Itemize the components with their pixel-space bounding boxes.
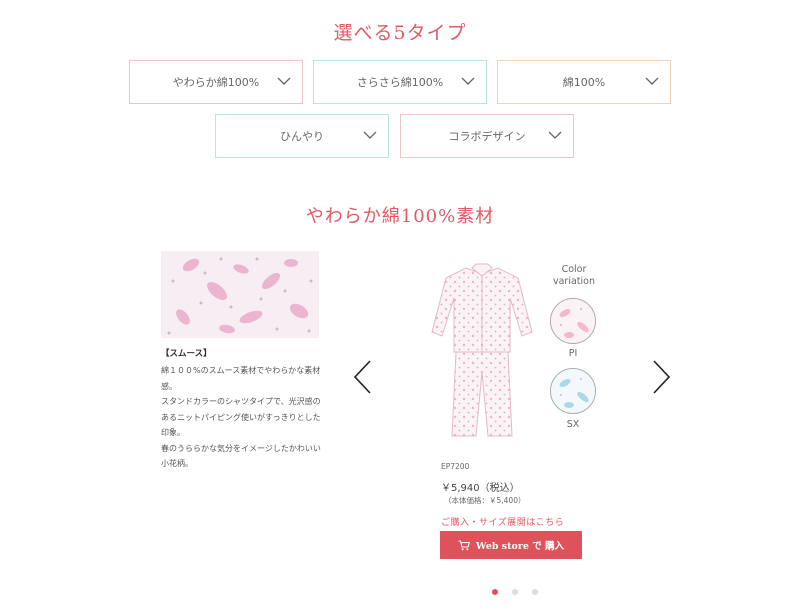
product-sku: EP7200: [441, 462, 470, 471]
product-price: ￥5,940（税込）: [441, 483, 520, 494]
purchase-size-link[interactable]: ご購入・サイズ展開はこちら: [441, 515, 564, 528]
carousel-dot[interactable]: [512, 589, 518, 595]
cart-icon: [458, 539, 470, 550]
description-line: 感。: [161, 381, 177, 391]
type-button-smooth-cotton[interactable]: さらさら綿100%: [313, 60, 487, 104]
type-button-cotton[interactable]: 綿100%: [497, 60, 671, 104]
color-swatch-pi[interactable]: [550, 298, 596, 344]
description-line: 印象。: [161, 428, 185, 437]
description-line: スタンドカラーのシャツタイプで、光沢感の: [161, 397, 321, 406]
description-line: あるニットパイピング使いがすっきりとした: [161, 412, 321, 422]
description-line: 綿１００%のスムース素材でやわらかな素材: [161, 366, 321, 375]
color-variation-heading: Color variation: [546, 264, 602, 288]
color-swatch-sx[interactable]: [550, 368, 596, 414]
type-button-cool[interactable]: ひんやり: [215, 114, 389, 158]
type-button-label: コラボデザイン: [448, 130, 526, 143]
chevron-down-icon: [548, 131, 562, 139]
product-description: 綿１００%のスムース素材でやわらかな素材 感。 スタンドカラーのシャツタイプで、…: [161, 363, 331, 472]
color-label-sx: SX: [566, 419, 580, 430]
product-base-price: （本体価格：￥5,400）: [444, 496, 526, 505]
type-button-collab[interactable]: コラボデザイン: [400, 114, 574, 158]
product-description-title: 【スムース】: [161, 349, 212, 359]
arrow-left-icon[interactable]: [350, 359, 374, 395]
arrow-right-icon[interactable]: [650, 359, 674, 395]
chevron-down-icon: [277, 77, 291, 85]
chevron-down-icon: [645, 77, 659, 85]
color-heading-line: variation: [552, 276, 595, 287]
type-button-label: ひんやり: [280, 130, 324, 143]
carousel-dot[interactable]: [532, 589, 538, 595]
description-line: 春のうららかな気分をイメージしたかわいい: [161, 443, 321, 453]
type-button-soft-cotton[interactable]: やわらか綿100%: [129, 60, 303, 104]
type-button-label: さらさら綿100%: [356, 76, 444, 89]
fabric-swatch-image: [161, 251, 319, 338]
web-store-buy-button[interactable]: Web store で 購入: [440, 531, 582, 559]
description-line: 小花柄。: [161, 459, 193, 468]
web-store-button-label: Web store で 購入: [475, 541, 565, 552]
material-section-title: やわらか綿100%素材: [305, 206, 495, 227]
color-label-pi: PI: [568, 348, 578, 359]
carousel-dot[interactable]: [492, 589, 498, 595]
chevron-down-icon: [461, 77, 475, 85]
product-image: [426, 262, 538, 438]
type-button-label: やわらか綿100%: [172, 76, 260, 89]
type-button-label: 綿100%: [562, 76, 606, 89]
chevron-down-icon: [363, 131, 377, 139]
types-section-title: 選べる5タイプ: [333, 22, 467, 44]
color-heading-line: Color: [561, 264, 587, 275]
